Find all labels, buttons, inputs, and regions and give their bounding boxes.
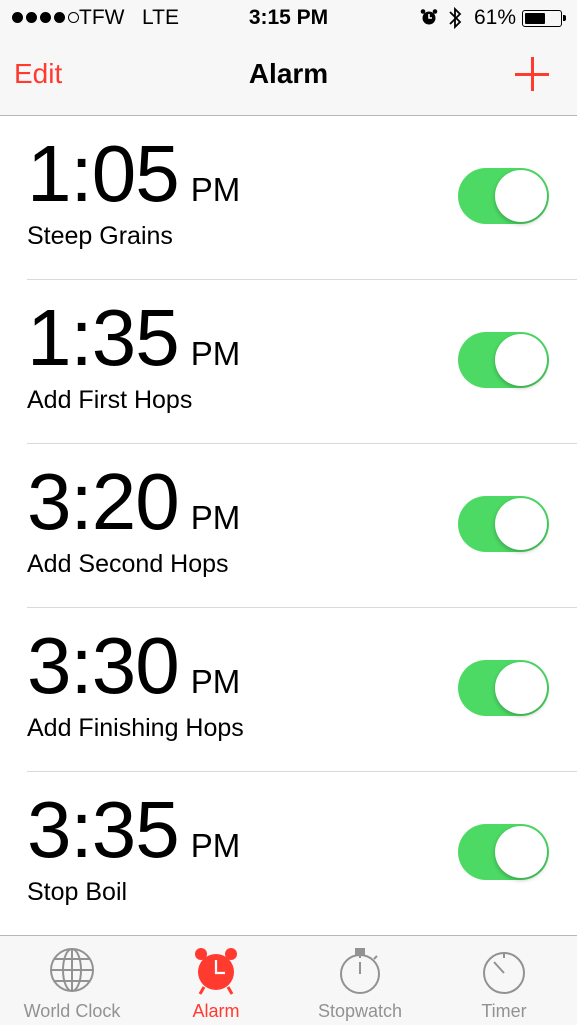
tab-label: Timer xyxy=(481,1001,527,1021)
tab-alarm[interactable]: Alarm xyxy=(144,936,288,1025)
battery-icon xyxy=(522,10,566,27)
alarm-toggle[interactable] xyxy=(458,496,549,552)
alarm-ampm: PM xyxy=(190,171,241,208)
alarm-row[interactable]: 1:35 PM Add First Hops xyxy=(27,280,577,444)
alarm-time-line: 3:35 PM xyxy=(27,790,240,870)
alarm-time: 3:30 xyxy=(27,621,180,710)
toggle-knob xyxy=(495,498,547,550)
status-bar: TFW LTE 3:15 PM 61% xyxy=(0,0,577,38)
alarm-time-line: 3:20 PM xyxy=(27,462,240,542)
alarm-toggle[interactable] xyxy=(458,824,549,880)
alarm-label: Add First Hops xyxy=(27,386,193,414)
alarm-indicator-icon xyxy=(420,8,438,32)
alarm-toggle[interactable] xyxy=(458,660,549,716)
alarm-label: Steep Grains xyxy=(27,222,173,250)
alarm-row[interactable]: 3:20 PM Add Second Hops xyxy=(27,444,577,608)
alarm-row[interactable]: 3:35 PM Stop Boil xyxy=(27,772,577,935)
toggle-knob xyxy=(495,826,547,878)
toggle-knob xyxy=(495,662,547,714)
stopwatch-icon xyxy=(340,948,380,994)
tab-label: World Clock xyxy=(23,1001,121,1021)
alarm-list: 1:05 PM Steep Grains 1:35 PM Add First Hop… xyxy=(0,116,577,935)
globe-icon xyxy=(50,948,94,992)
alarm-toggle[interactable] xyxy=(458,332,549,388)
alarm-time-line: 1:05 PM xyxy=(27,134,240,214)
page-title: Alarm xyxy=(248,58,329,89)
tab-label: Alarm xyxy=(192,1001,240,1021)
alarm-ampm: PM xyxy=(190,335,241,372)
alarm-time-line: 3:30 PM xyxy=(27,626,240,706)
alarm-ampm: PM xyxy=(190,499,241,536)
battery-percent: 61% xyxy=(474,6,517,29)
toggle-knob xyxy=(495,334,547,386)
tab-bar: World Clock Alarm Stopwatch Timer xyxy=(0,935,577,1025)
alarm-label: Add Second Hops xyxy=(27,550,229,578)
tab-world-clock[interactable]: World Clock xyxy=(0,936,144,1025)
alarm-row[interactable]: 3:30 PM Add Finishing Hops xyxy=(27,608,577,772)
alarm-toggle[interactable] xyxy=(458,168,549,224)
tab-timer[interactable]: Timer xyxy=(432,936,576,1025)
alarm-label: Stop Boil xyxy=(27,878,128,906)
alarm-time: 1:35 xyxy=(27,293,180,382)
alarm-time-line: 1:35 PM xyxy=(27,298,240,378)
add-alarm-button[interactable] xyxy=(514,56,550,92)
tab-stopwatch[interactable]: Stopwatch xyxy=(288,936,432,1025)
alarm-clock-icon xyxy=(195,948,237,995)
timer-icon xyxy=(483,952,525,994)
alarm-time: 3:20 xyxy=(27,457,180,546)
alarm-ampm: PM xyxy=(190,827,241,864)
alarm-time: 3:35 xyxy=(27,785,180,874)
alarm-ampm: PM xyxy=(190,663,241,700)
alarm-time: 1:05 xyxy=(27,129,180,218)
bluetooth-icon xyxy=(446,5,464,37)
toggle-knob xyxy=(495,170,547,222)
header: TFW LTE 3:15 PM 61% Edit Alarm xyxy=(0,0,577,116)
alarm-row[interactable]: 1:05 PM Steep Grains xyxy=(27,116,577,280)
tab-label: Stopwatch xyxy=(317,1001,403,1021)
alarm-label: Add Finishing Hops xyxy=(27,714,244,742)
